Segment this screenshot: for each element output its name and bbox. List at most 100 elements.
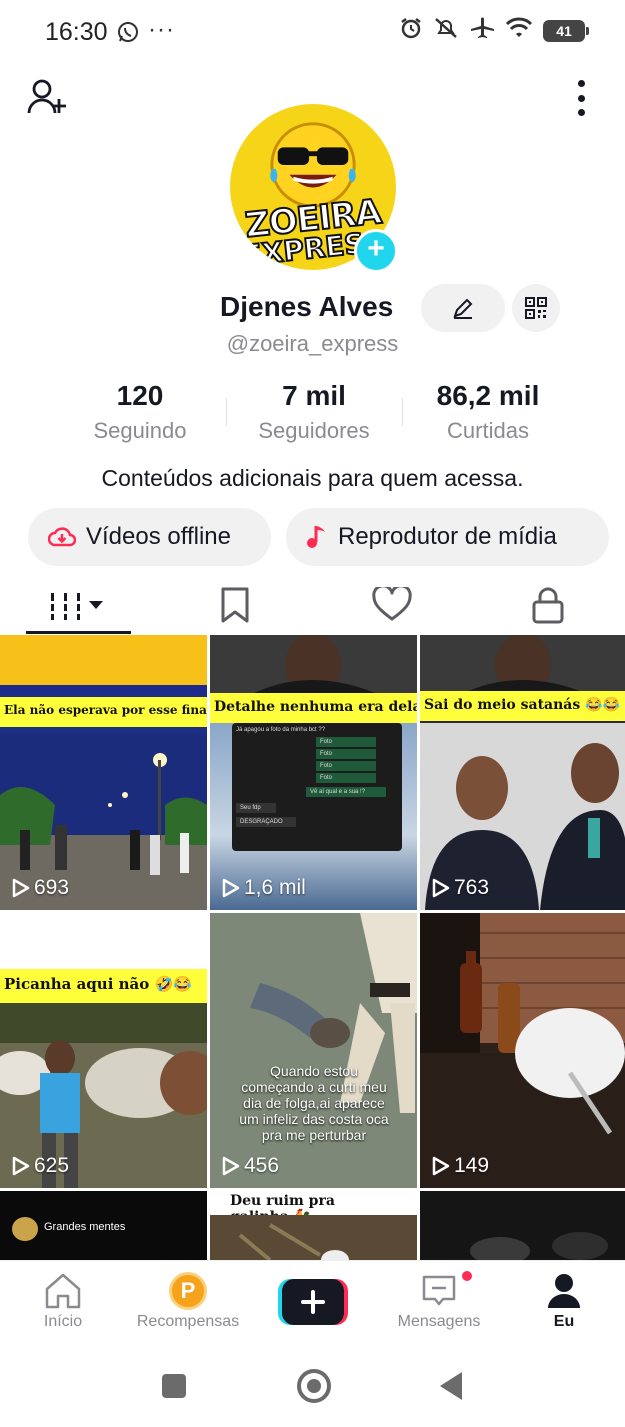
add-story-button[interactable]: + <box>354 229 398 273</box>
video-thumbnail[interactable]: Quando estou começando a curti meu dia d… <box>210 913 417 1188</box>
video-thumbnail[interactable]: Deu ruim pra galinha 🐓 <box>210 1191 417 1260</box>
heart-icon <box>372 587 412 621</box>
nav-rewards[interactable]: P Recompensas <box>128 1269 248 1331</box>
profile-stats: 120 Seguindo 7 mil Seguidores 86,2 mil C… <box>0 380 625 450</box>
active-tab-indicator <box>26 631 131 634</box>
qr-code-icon <box>525 297 547 319</box>
chat-message: Foto <box>316 737 376 747</box>
video-thumbnail[interactable]: Sai do meio satanás 😂😂 763 <box>420 635 625 910</box>
video-thumbnail[interactable]: Detalhe nenhuma era dela 😂 Já apagou a f… <box>210 635 417 910</box>
plus-icon <box>278 1279 348 1325</box>
status-bar: 16:30 ··· 41 <box>0 0 625 68</box>
play-icon <box>12 1156 30 1176</box>
more-options-icon[interactable] <box>575 80 587 116</box>
more-notifications-icon: ··· <box>148 16 175 43</box>
view-count: 763 <box>432 876 489 900</box>
nav-home[interactable]: Início <box>28 1269 98 1331</box>
stats-divider <box>402 398 403 426</box>
following-stat[interactable]: 120 Seguindo <box>70 380 210 444</box>
nav-home-label: Início <box>43 1313 83 1330</box>
video-caption: Picanha aqui não 🤣😂 <box>0 969 207 1003</box>
profile-bio: Conteúdos adicionais para quem acessa. <box>101 465 524 491</box>
brain-logo-icon <box>12 1217 38 1241</box>
bottles-image <box>420 913 625 1188</box>
offline-videos-button[interactable]: Vídeos offline <box>28 508 271 566</box>
video-overlay-text: Quando estou começando a curti meu dia d… <box>239 1063 389 1143</box>
video-thumbnail[interactable]: Picanha aqui não 🤣😂 625 <box>0 913 207 1188</box>
notification-badge <box>460 1269 474 1283</box>
cloud-download-icon <box>48 526 76 548</box>
following-count: 120 <box>116 380 164 411</box>
chat-message: Seu fdp <box>236 803 276 813</box>
chat-screenshot: Já apagou a foto da minha bct ?? Foto Fo… <box>232 723 402 851</box>
crowd-image <box>420 1191 625 1260</box>
chat-message: Vê aí qual e a sua !? <box>306 787 386 797</box>
play-icon <box>432 878 450 898</box>
river-image <box>210 913 417 1188</box>
whatsapp-icon <box>116 20 140 49</box>
home-icon <box>45 1273 81 1309</box>
recent-apps-icon[interactable] <box>162 1374 186 1398</box>
battery-indicator: 41 <box>543 19 589 42</box>
video-thumbnail[interactable]: 149 <box>420 913 625 1188</box>
grid-icon <box>48 590 103 620</box>
followers-stat[interactable]: 7 mil Seguidores <box>240 380 388 444</box>
tab-videos[interactable] <box>26 576 131 634</box>
play-icon <box>222 878 240 898</box>
video-thumbnail[interactable] <box>420 1191 625 1260</box>
mute-icon <box>433 16 459 45</box>
view-count: 1,6 mil <box>222 876 306 900</box>
alarm-icon <box>399 16 423 45</box>
nav-messages[interactable]: Mensagens <box>388 1269 490 1331</box>
view-count: 625 <box>12 1154 69 1178</box>
chat-message: Foto <box>316 761 376 771</box>
chat-message: Já apagou a foto da minha bct ?? <box>236 727 326 733</box>
media-player-button[interactable]: Reprodutor de mídia <box>286 508 609 566</box>
video-caption: Detalhe nenhuma era dela 😂 <box>210 693 417 723</box>
view-count: 149 <box>432 1154 489 1178</box>
video-caption: Deu ruim pra galinha 🐓 <box>210 1191 417 1225</box>
person-image <box>420 635 625 695</box>
media-player-label: Reprodutor de mídia <box>338 523 557 550</box>
person-image <box>210 635 417 695</box>
video-caption: Sai do meio satanás 😂😂 <box>420 691 625 721</box>
play-icon <box>12 878 30 898</box>
video-grid: Ela não esperava por esse final! 😂😂 693 <box>0 635 625 1260</box>
profile-tabs <box>0 576 625 636</box>
status-time: 16:30 <box>45 18 108 46</box>
likes-label: Curtidas <box>447 418 529 443</box>
view-count: 456 <box>222 1154 279 1178</box>
video-thumbnail[interactable]: Ela não esperava por esse final! 😂😂 693 <box>0 635 207 910</box>
profile-name: Djenes Alves <box>220 291 394 322</box>
video-caption: Ela não esperava por esse final! 😂😂 <box>0 697 207 727</box>
followers-label: Seguidores <box>258 418 370 443</box>
profile-handle: @zoeira_express <box>226 331 399 356</box>
airplane-icon <box>469 16 495 45</box>
play-icon <box>432 1156 450 1176</box>
video-thumbnail[interactable]: Grandes mentes <box>0 1191 207 1260</box>
add-friend-button[interactable] <box>26 77 70 119</box>
likes-stat[interactable]: 86,2 mil Curtidas <box>418 380 558 444</box>
bookmark-icon <box>221 587 249 623</box>
nav-profile[interactable]: Eu <box>534 1269 594 1331</box>
play-icon <box>222 1156 240 1176</box>
tab-private[interactable] <box>518 576 578 634</box>
create-video-button[interactable] <box>278 1279 348 1325</box>
following-label: Seguindo <box>93 418 187 443</box>
video-caption: Grandes mentes <box>44 1221 126 1233</box>
back-icon[interactable] <box>440 1372 462 1400</box>
home-button-icon[interactable] <box>297 1369 331 1403</box>
offline-videos-label: Vídeos offline <box>86 523 231 550</box>
ground-image <box>210 1215 417 1260</box>
profile-icon <box>548 1274 580 1308</box>
chat-message: DESGRAÇADO <box>236 817 296 827</box>
wifi-icon <box>505 17 533 44</box>
chat-message: Foto <box>316 749 376 759</box>
edit-profile-button[interactable] <box>421 284 505 332</box>
add-user-icon <box>27 79 66 114</box>
view-count: 693 <box>12 876 69 900</box>
tab-saved[interactable] <box>205 576 265 634</box>
tab-liked[interactable] <box>362 576 422 634</box>
qr-code-button[interactable] <box>512 284 560 332</box>
nav-messages-label: Mensagens <box>397 1313 481 1330</box>
